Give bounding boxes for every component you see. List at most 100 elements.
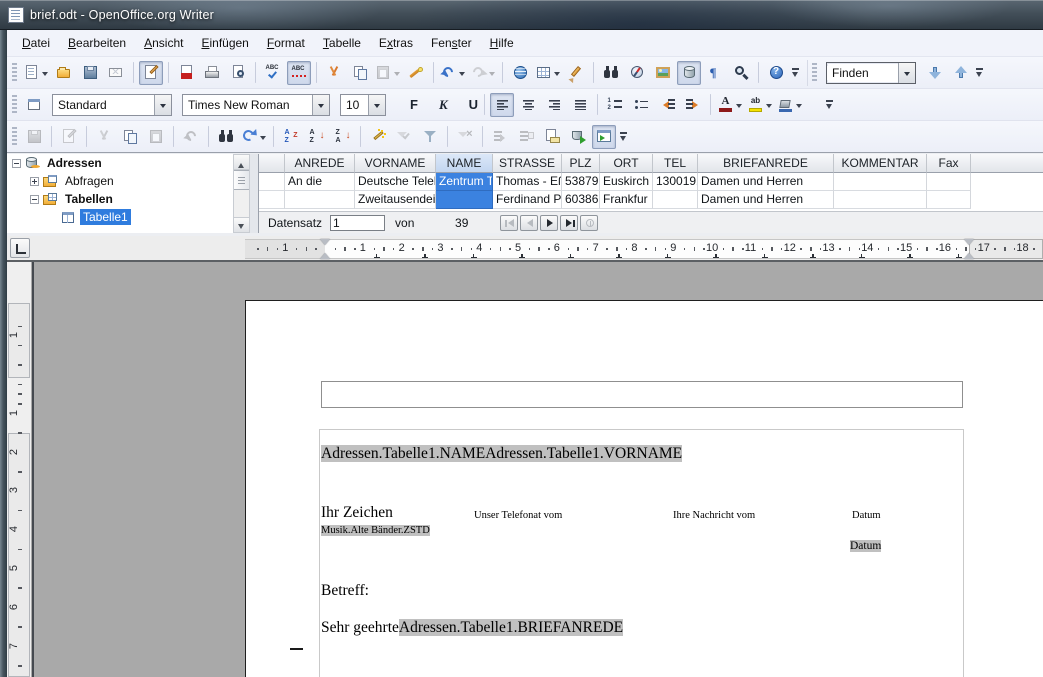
grid-cell[interactable] xyxy=(927,191,971,209)
menu-datei[interactable]: Datei xyxy=(13,32,59,54)
separator[interactable] xyxy=(360,126,361,147)
find-replace-button[interactable] xyxy=(599,61,623,85)
separator[interactable] xyxy=(255,62,256,83)
grid-cell[interactable] xyxy=(834,173,927,191)
new-record-button[interactable] xyxy=(580,215,598,231)
separator[interactable] xyxy=(502,62,503,83)
mail-merge-button[interactable] xyxy=(540,125,564,149)
zoom-button[interactable] xyxy=(729,61,753,85)
toolbar-grip[interactable] xyxy=(12,95,17,115)
find-next-button[interactable] xyxy=(922,61,946,85)
separator[interactable] xyxy=(482,126,483,147)
tree-item-tabellen[interactable]: Tabellen xyxy=(7,190,233,208)
edit-data-button[interactable] xyxy=(57,125,81,149)
dropdown-arrow-icon[interactable] xyxy=(258,126,267,148)
apply-filter-button[interactable] xyxy=(392,125,416,149)
tab-type-selector-button[interactable] xyxy=(10,238,30,258)
vertical-ruler[interactable]: 11234567 xyxy=(7,262,31,677)
edit-file-button[interactable] xyxy=(139,61,163,85)
tree-item-abfragen[interactable]: Abfragen xyxy=(7,172,233,190)
font-size-value[interactable]: 10 xyxy=(341,98,368,112)
column-header-KOMMENTAR[interactable]: KOMMENTAR xyxy=(834,154,927,173)
separator[interactable] xyxy=(273,126,274,147)
bullet-list-button[interactable] xyxy=(629,93,653,117)
page-preview-button[interactable] xyxy=(226,61,250,85)
record-number-input[interactable] xyxy=(330,215,385,231)
explorer-splitter[interactable] xyxy=(250,154,259,233)
auto-filter-button[interactable] xyxy=(366,125,390,149)
draw-functions-button[interactable] xyxy=(564,61,588,85)
separator[interactable] xyxy=(51,126,52,147)
expander-icon[interactable] xyxy=(12,159,21,168)
highlighting-button[interactable] xyxy=(746,93,774,117)
italic-button[interactable]: K xyxy=(421,93,449,117)
separator[interactable] xyxy=(433,62,434,83)
next-record-button[interactable] xyxy=(540,215,558,231)
paragraph-style-value[interactable]: Standard xyxy=(53,98,154,112)
grid-cell[interactable]: 60386 xyxy=(562,191,600,209)
print-button[interactable] xyxy=(200,61,224,85)
anrede-prefix[interactable]: Sehr geehrte xyxy=(321,619,399,636)
gallery-button[interactable] xyxy=(651,61,675,85)
find-record-button[interactable] xyxy=(214,125,238,149)
menu-einfuegen[interactable]: Einfügen xyxy=(192,32,257,54)
grid-cell[interactable]: Euskirch xyxy=(600,173,653,191)
cut-record-button[interactable] xyxy=(92,125,116,149)
grid-cell[interactable] xyxy=(834,191,927,209)
tree-scrollbar[interactable] xyxy=(233,154,250,233)
separator[interactable] xyxy=(173,126,174,147)
dropdown-arrow-icon[interactable] xyxy=(552,62,561,84)
column-header-ORT[interactable]: ORT xyxy=(600,154,653,173)
toolbar-grip[interactable] xyxy=(12,127,17,147)
column-header-NAME[interactable]: NAME xyxy=(436,154,493,173)
menu-ansicht[interactable]: Ansicht xyxy=(135,32,192,54)
align-right-button[interactable] xyxy=(542,93,566,117)
menu-fenster[interactable]: Fenster xyxy=(422,32,481,54)
grid-cell[interactable] xyxy=(285,191,355,209)
column-header-row-selector[interactable] xyxy=(259,154,285,173)
separator[interactable] xyxy=(168,62,169,83)
dropdown-arrow-icon[interactable] xyxy=(794,94,803,116)
ihr-zeichen-label[interactable]: Ihr Zeichen xyxy=(321,504,393,522)
find-toolbar-overflow-button[interactable] xyxy=(974,61,988,85)
sort-descending-button[interactable] xyxy=(331,125,355,149)
column-header-Fax[interactable]: Fax xyxy=(927,154,971,173)
column-header-VORNAME[interactable]: VORNAME xyxy=(355,154,436,173)
hyperlink-button[interactable] xyxy=(508,61,532,85)
font-name-value[interactable]: Times New Roman xyxy=(183,98,312,112)
size-combo-dropdown-button[interactable] xyxy=(368,95,385,115)
menu-tabelle[interactable]: Tabelle xyxy=(314,32,370,54)
background-color-button[interactable] xyxy=(776,93,804,117)
find-toolbar-grip[interactable] xyxy=(812,63,817,83)
horizontal-ruler[interactable]: 1123456789101112131415161718 xyxy=(245,239,1043,259)
help-button[interactable] xyxy=(764,61,788,85)
separator[interactable] xyxy=(86,126,87,147)
unser-telefonat-label[interactable]: Unser Telefonat vom xyxy=(474,510,562,521)
menu-extras[interactable]: Extras xyxy=(370,32,422,54)
separator[interactable] xyxy=(593,62,594,83)
justify-button[interactable] xyxy=(568,93,592,117)
menu-hilfe[interactable]: Hilfe xyxy=(481,32,523,54)
ihre-nachricht-label[interactable]: Ihre Nachricht vom xyxy=(673,510,755,521)
name-merge-field[interactable]: Adressen.Tabelle1.NAME xyxy=(321,445,485,462)
datum-field[interactable]: Datum xyxy=(850,540,881,552)
first-record-button[interactable] xyxy=(500,215,518,231)
styles-button[interactable] xyxy=(22,93,46,117)
grid-cell[interactable]: Zentrum T xyxy=(436,173,493,191)
refresh-button[interactable] xyxy=(240,125,268,149)
grid-cell[interactable]: Damen und Herren xyxy=(698,191,834,209)
sort-ascending-button[interactable] xyxy=(305,125,329,149)
format-paintbrush-button[interactable] xyxy=(404,61,428,85)
grid-cell[interactable]: Frankfur xyxy=(600,191,653,209)
column-header-TEL[interactable]: TEL xyxy=(653,154,698,173)
grid-cell[interactable] xyxy=(653,191,698,209)
separator[interactable] xyxy=(597,94,598,115)
data-sources-button[interactable] xyxy=(677,61,701,85)
data-to-text-button[interactable] xyxy=(488,125,512,149)
row-selector-cell[interactable] xyxy=(259,191,285,209)
find-combo-dropdown-button[interactable] xyxy=(898,63,915,83)
insert-table-button[interactable] xyxy=(534,61,562,85)
musik-merge-field[interactable]: Musik.Alte Bänder.ZSTD xyxy=(321,525,430,536)
export-pdf-button[interactable] xyxy=(174,61,198,85)
datum-column-label[interactable]: Datum xyxy=(852,510,881,521)
